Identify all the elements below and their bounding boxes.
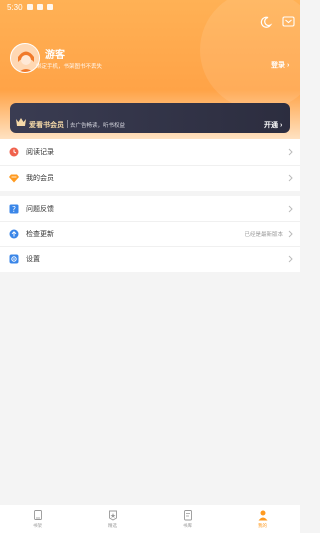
message-icon[interactable] <box>282 15 295 28</box>
profile-icon <box>258 510 267 521</box>
vip-description: 去广告畅读，听书权益 <box>70 123 126 129</box>
tab-label: 我的 <box>258 523 267 528</box>
featured-icon <box>108 510 117 521</box>
vip-title: 爱看书会员 <box>29 122 64 129</box>
diamond-icon <box>9 174 19 183</box>
svg-text:?: ? <box>12 205 16 214</box>
version-status: 已经是最新版本 <box>244 232 283 238</box>
username[interactable]: 游客 <box>45 46 65 61</box>
chevron-right-icon <box>288 174 293 182</box>
bind-phone-hint: 绑定手机，书架图书不丢失 <box>36 64 103 70</box>
notification-icon <box>26 4 33 10</box>
night-mode-icon[interactable] <box>259 15 273 29</box>
vip-open-button[interactable]: 开通 › <box>264 120 282 130</box>
chevron-right-icon <box>288 255 293 263</box>
vip-divider <box>67 120 68 128</box>
tab-featured[interactable]: 精选 <box>75 505 150 533</box>
tab-library[interactable]: 书库 <box>150 505 225 533</box>
status-bar: 5:30 <box>0 0 300 14</box>
chevron-right-icon <box>288 205 293 213</box>
library-icon <box>183 510 192 521</box>
menu-item-reading-history[interactable]: 阅读记录 <box>0 139 300 165</box>
bottom-tab-bar: 书架 精选 书库 我的 <box>0 505 300 533</box>
menu-item-label: 我的会员 <box>26 175 54 182</box>
tab-label: 书架 <box>33 523 42 528</box>
clock-icon <box>9 147 19 157</box>
menu-item-feedback[interactable]: ? 问题反馈 <box>0 196 300 222</box>
tab-label: 精选 <box>108 523 117 528</box>
upload-icon <box>9 229 19 239</box>
question-icon: ? <box>9 204 19 214</box>
tab-label: 书库 <box>183 523 192 528</box>
crown-icon <box>16 118 26 126</box>
status-time: 5:30 <box>7 2 23 12</box>
image-icon <box>36 4 43 10</box>
tab-bookshelf[interactable]: 书架 <box>0 505 75 533</box>
menu-item-check-update[interactable]: 检查更新 已经是最新版本 <box>0 221 300 247</box>
menu-item-label: 问题反馈 <box>26 206 54 213</box>
chevron-right-icon <box>288 230 293 238</box>
menu-group-general: ? 问题反馈 检查更新 已经是最新版本 设置 <box>0 196 300 272</box>
menu-item-settings[interactable]: 设置 <box>0 246 300 272</box>
menu-item-label: 设置 <box>26 256 40 263</box>
bookshelf-icon <box>33 510 42 520</box>
login-button[interactable]: 登录 › <box>271 60 289 70</box>
menu-item-membership[interactable]: 我的会员 <box>0 165 300 191</box>
menu-group-account: 阅读记录 我的会员 <box>0 139 300 191</box>
android-icon <box>46 4 53 10</box>
vip-banner[interactable]: 爱看书会员 去广告畅读，听书权益 开通 › <box>10 103 290 133</box>
menu-item-label: 阅读记录 <box>26 149 54 156</box>
chevron-right-icon <box>288 148 293 156</box>
gear-icon <box>9 254 19 264</box>
menu-item-label: 检查更新 <box>26 231 54 238</box>
tab-profile[interactable]: 我的 <box>225 505 300 533</box>
